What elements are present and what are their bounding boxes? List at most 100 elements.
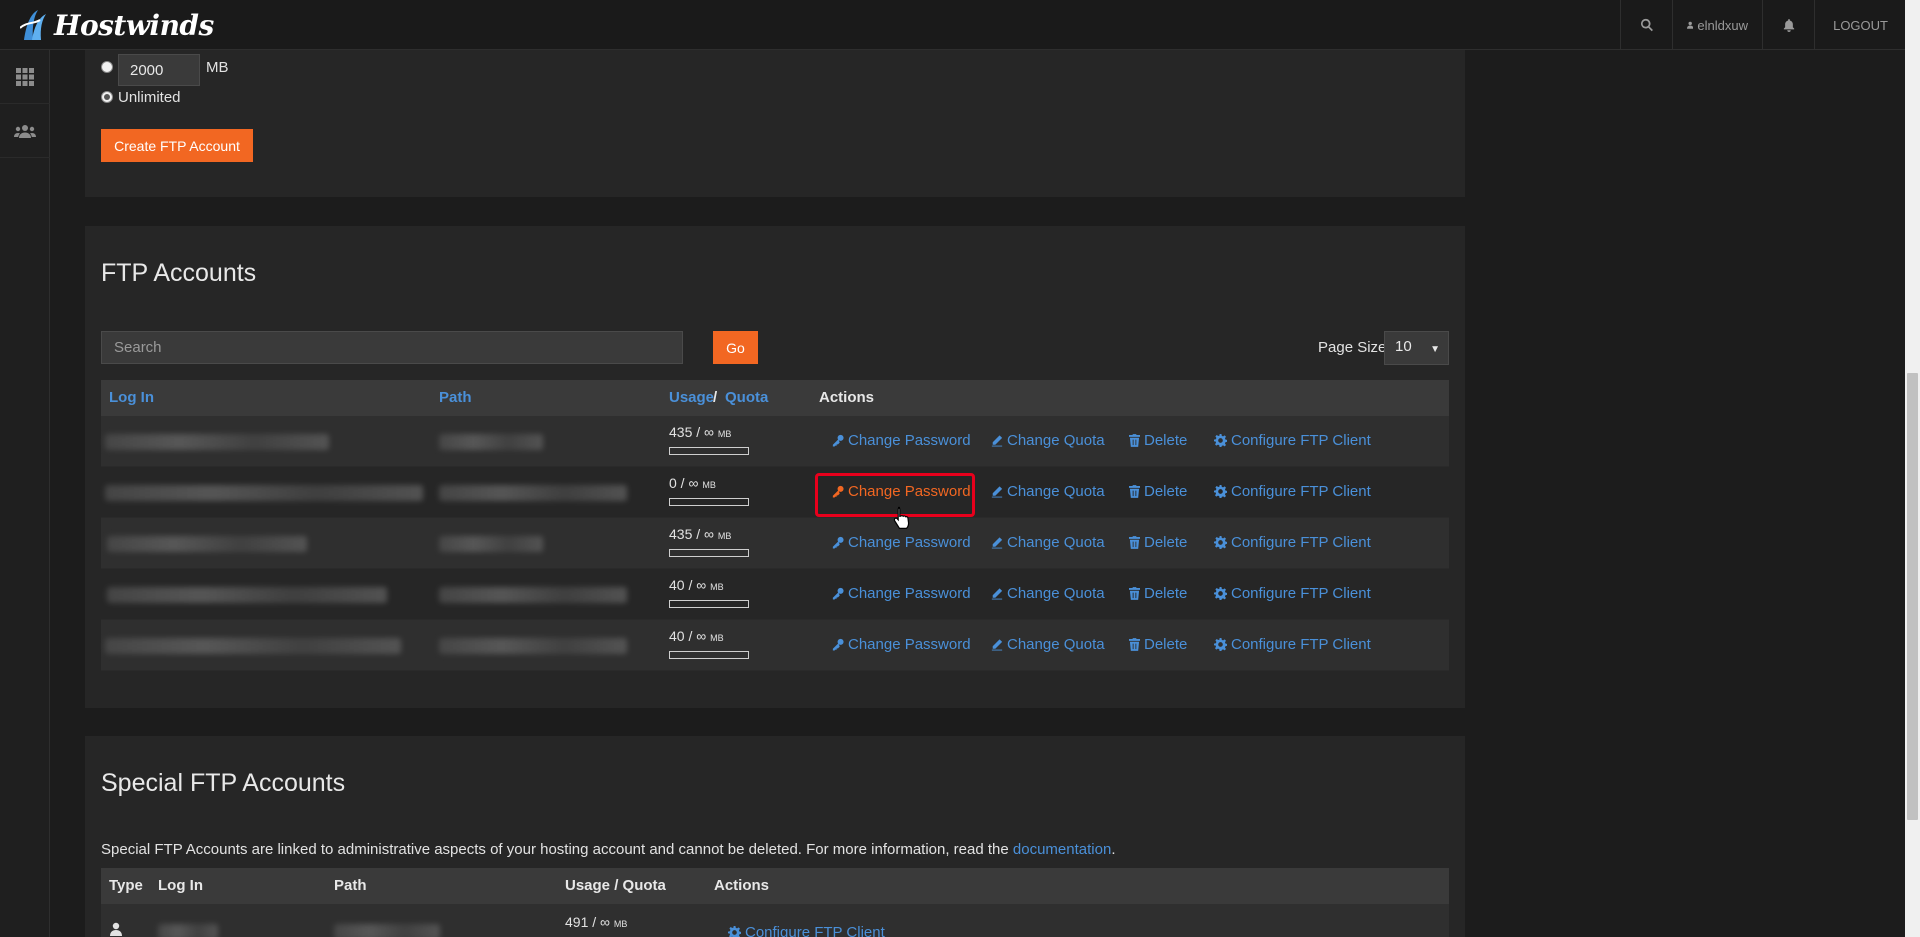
hand-cursor-icon xyxy=(893,506,910,529)
ftp-table-header: Log In Path Usage / Quota Actions xyxy=(101,380,1449,416)
delete-link[interactable]: Delete xyxy=(1129,534,1187,551)
special-ftp-description: Special FTP Accounts are linked to admin… xyxy=(101,841,1116,858)
pencil-icon xyxy=(991,639,1003,651)
logout-button[interactable]: LOGOUT xyxy=(1814,0,1902,50)
logo-wave-icon xyxy=(20,10,46,40)
pencil-icon xyxy=(991,486,1003,498)
usage-quota: 40 / ∞ MB xyxy=(669,628,724,644)
top-navbar: Hostwinds elnldxuw LOGOUT xyxy=(0,0,1920,50)
col-actions: Actions xyxy=(714,877,770,894)
table-row: 40 / ∞ MB Change Password Change Quota D… xyxy=(101,569,1449,620)
page-scrollbar[interactable] xyxy=(1905,0,1920,937)
trash-icon xyxy=(1129,434,1140,447)
configure-ftp-client-link[interactable]: Configure FTP Client xyxy=(1214,534,1371,551)
col-actions: Actions xyxy=(819,389,875,406)
redacted-login xyxy=(105,638,401,654)
usage-quota: 40 / ∞ MB xyxy=(669,577,724,593)
quota-limited-radio[interactable] xyxy=(101,61,113,73)
logo-text: Hostwinds xyxy=(54,8,214,42)
configure-ftp-client-link[interactable]: Configure FTP Client xyxy=(1214,585,1371,602)
bell-icon xyxy=(1783,18,1794,32)
hostwinds-logo[interactable]: Hostwinds xyxy=(20,4,214,46)
delete-link[interactable]: Delete xyxy=(1129,432,1187,449)
search-icon xyxy=(1640,18,1653,32)
gear-icon xyxy=(1214,434,1227,447)
user-icon xyxy=(110,922,122,936)
trash-icon xyxy=(1129,485,1140,498)
table-row: 435 / ∞ MB Change Password Change Quota … xyxy=(101,416,1449,467)
page-size-value: 10 xyxy=(1395,338,1412,355)
change-password-link[interactable]: Change Password xyxy=(832,585,971,602)
col-quota[interactable]: Quota xyxy=(725,389,768,406)
table-row: 491 / ∞ MB Configure FTP Client xyxy=(101,904,1449,937)
col-path: Path xyxy=(334,877,367,894)
search-button[interactable] xyxy=(1620,0,1672,50)
usage-quota: 435 / ∞ MB xyxy=(669,424,732,440)
usage-bar xyxy=(669,651,749,659)
change-quota-link[interactable]: Change Quota xyxy=(991,585,1105,602)
gear-icon xyxy=(728,926,741,937)
left-sidebar xyxy=(0,50,50,937)
redacted-path xyxy=(334,924,440,937)
create-ftp-account-button[interactable]: Create FTP Account xyxy=(101,129,253,162)
col-path[interactable]: Path xyxy=(439,389,472,406)
redacted-path xyxy=(439,485,627,501)
redacted-login xyxy=(105,485,423,501)
configure-ftp-client-link[interactable]: Configure FTP Client xyxy=(1214,432,1371,449)
change-quota-link[interactable]: Change Quota xyxy=(991,432,1105,449)
change-quota-link[interactable]: Change Quota xyxy=(991,483,1105,500)
redacted-login xyxy=(107,536,307,552)
chevron-down-icon: ▼ xyxy=(1430,344,1440,355)
delete-link[interactable]: Delete xyxy=(1129,636,1187,653)
page-size-select[interactable]: 10 ▼ xyxy=(1384,331,1449,365)
change-password-link[interactable]: Change Password xyxy=(832,432,971,449)
table-row: 40 / ∞ MB Change Password Change Quota D… xyxy=(101,620,1449,671)
special-table-header: Type Log In Path Usage / Quota Actions xyxy=(101,868,1449,904)
redacted-path xyxy=(439,434,543,450)
special-ftp-title: Special FTP Accounts xyxy=(101,769,346,797)
redacted-path xyxy=(439,587,627,603)
quota-input[interactable] xyxy=(118,54,200,86)
configure-ftp-client-link[interactable]: Configure FTP Client xyxy=(728,924,885,937)
usage-bar xyxy=(669,498,749,506)
logout-label: LOGOUT xyxy=(1833,17,1888,33)
change-password-link[interactable]: Change Password xyxy=(832,636,971,653)
gear-icon xyxy=(1214,587,1227,600)
users-icon xyxy=(14,124,36,138)
configure-ftp-client-link[interactable]: Configure FTP Client xyxy=(1214,636,1371,653)
usage-quota: 435 / ∞ MB xyxy=(669,526,732,542)
col-usage-quota: Usage / Quota xyxy=(565,877,666,894)
table-row: 435 / ∞ MB Change Password Change Quota … xyxy=(101,518,1449,569)
redacted-path xyxy=(439,536,543,552)
change-password-link[interactable]: Change Password xyxy=(832,534,971,551)
redacted-login xyxy=(107,587,387,603)
delete-link[interactable]: Delete xyxy=(1129,585,1187,602)
delete-link[interactable]: Delete xyxy=(1129,483,1187,500)
quota-unlimited-radio[interactable] xyxy=(101,91,113,103)
pencil-icon xyxy=(991,588,1003,600)
pencil-icon xyxy=(991,537,1003,549)
pencil-icon xyxy=(991,435,1003,447)
change-quota-link[interactable]: Change Quota xyxy=(991,636,1105,653)
col-login[interactable]: Log In xyxy=(109,389,154,406)
col-usage[interactable]: Usage xyxy=(669,389,714,406)
usage-quota: 0 / ∞ MB xyxy=(669,475,716,491)
grid-icon xyxy=(16,67,34,86)
usage-bar xyxy=(669,600,749,608)
scrollbar-thumb[interactable] xyxy=(1907,373,1918,820)
notifications-button[interactable] xyxy=(1762,0,1814,50)
page-size-label: Page Size xyxy=(1318,339,1387,356)
redacted-login xyxy=(105,434,329,450)
gear-icon xyxy=(1214,536,1227,549)
change-quota-link[interactable]: Change Quota xyxy=(991,534,1105,551)
usage-quota: 491 / ∞ MB xyxy=(565,914,628,930)
user-menu[interactable]: elnldxuw xyxy=(1672,0,1762,50)
documentation-link[interactable]: documentation xyxy=(1013,841,1111,858)
search-input[interactable] xyxy=(101,331,683,364)
sidebar-users-button[interactable] xyxy=(0,104,50,158)
key-icon xyxy=(832,587,844,600)
sidebar-apps-button[interactable] xyxy=(0,50,50,104)
configure-ftp-client-link[interactable]: Configure FTP Client xyxy=(1214,483,1371,500)
trash-icon xyxy=(1129,536,1140,549)
go-button[interactable]: Go xyxy=(713,331,758,364)
